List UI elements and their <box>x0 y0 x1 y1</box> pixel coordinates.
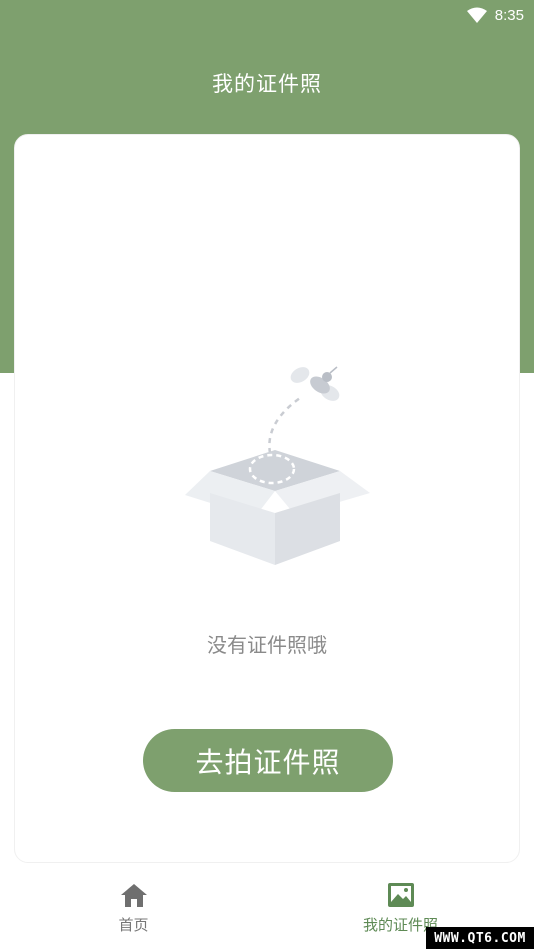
nav-label-home: 首页 <box>118 916 149 934</box>
bee-icon <box>290 366 340 401</box>
status-time: 8:35 <box>494 6 524 24</box>
wifi-icon <box>466 7 487 23</box>
screen: 8:35 我的证件照 没有证件照哦 去拍证件照 首页 我的证件照 WWW.QT6… <box>0 0 534 949</box>
take-photo-button[interactable]: 去拍证件照 <box>143 729 393 792</box>
watermark: WWW.QT6.COM <box>426 927 534 949</box>
image-icon <box>387 883 414 907</box>
status-bar: 8:35 <box>0 0 534 30</box>
empty-message: 没有证件照哦 <box>207 633 327 657</box>
page-title: 我的证件照 <box>212 72 322 96</box>
empty-state-card: 没有证件照哦 去拍证件照 <box>14 134 520 863</box>
home-icon <box>120 884 147 907</box>
empty-box-icon <box>185 366 370 565</box>
nav-item-home[interactable]: 首页 <box>0 869 267 949</box>
